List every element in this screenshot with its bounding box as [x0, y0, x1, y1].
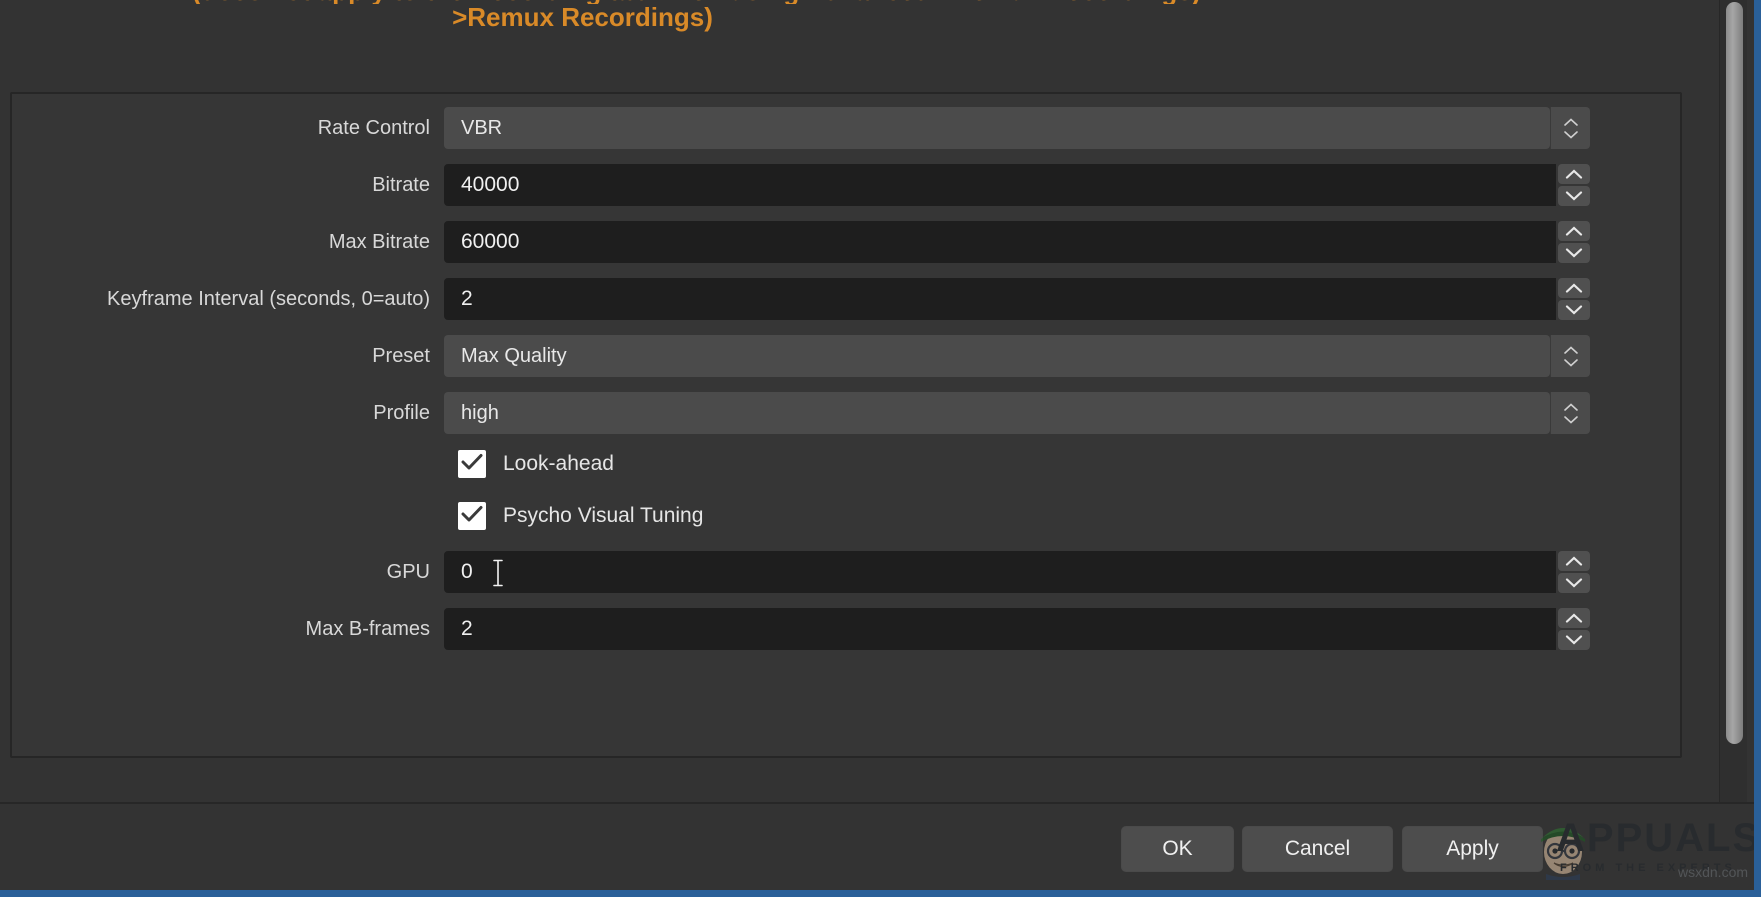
- gpu-step-down-button[interactable]: [1558, 573, 1590, 593]
- chevron-up-icon: [1565, 226, 1583, 236]
- profile-combobox-arrows[interactable]: [1550, 392, 1590, 434]
- look-ahead-checkbox[interactable]: [458, 450, 486, 478]
- vertical-scrollbar[interactable]: [1719, 0, 1747, 802]
- checkbox-row-psycho-visual-tuning[interactable]: Psycho Visual Tuning: [12, 494, 1680, 538]
- preset-combobox[interactable]: Max Quality: [444, 335, 1550, 377]
- chevron-up-icon: [1563, 402, 1578, 411]
- dialog-footer: OK Cancel Apply: [0, 802, 1754, 890]
- chevron-down-icon: [1565, 635, 1583, 645]
- label-gpu: GPU: [386, 560, 430, 583]
- chevron-down-icon: [1563, 358, 1578, 367]
- form-row-preset: Preset Max Quality: [12, 334, 1680, 378]
- encoder-settings-groupbox: Rate Control VBR Bitrate 40000 Max Bitra…: [10, 92, 1682, 758]
- apply-button[interactable]: Apply: [1402, 826, 1543, 872]
- chevron-up-icon: [1565, 613, 1583, 623]
- keyframe-interval-step-down-button[interactable]: [1558, 300, 1590, 320]
- checkbox-row-look-ahead[interactable]: Look-ahead: [12, 442, 1680, 486]
- chevron-down-icon: [1563, 415, 1578, 424]
- max-b-frames-step-down-button[interactable]: [1558, 630, 1590, 650]
- look-ahead-label: Look-ahead: [503, 452, 614, 475]
- preset-combobox-arrows[interactable]: [1550, 335, 1590, 377]
- form-row-max-bitrate: Max Bitrate 60000: [12, 220, 1680, 264]
- max-bitrate-stepper[interactable]: [1558, 221, 1590, 263]
- max-b-frames-step-up-button[interactable]: [1558, 608, 1590, 628]
- bitrate-step-up-button[interactable]: [1558, 164, 1590, 184]
- form-row-gpu: GPU 0: [12, 550, 1680, 594]
- chevron-down-icon: [1565, 305, 1583, 315]
- field-keyframe-interval: 2: [444, 278, 1590, 320]
- bitrate-stepper[interactable]: [1558, 164, 1590, 206]
- chevron-down-icon: [1565, 191, 1583, 201]
- ok-button[interactable]: OK: [1121, 826, 1234, 872]
- obs-settings-dialog: (does not apply to the Recording tab whe…: [0, 0, 1761, 897]
- encoder-note-line2: >Remux Recordings): [0, 2, 1693, 33]
- gpu-input[interactable]: 0: [444, 551, 1556, 593]
- max-b-frames-input[interactable]: 2: [444, 608, 1556, 650]
- keyframe-interval-stepper[interactable]: [1558, 278, 1590, 320]
- label-rate-control: Rate Control: [317, 116, 430, 139]
- settings-scroll-area: (does not apply to the Recording tab whe…: [0, 0, 1693, 802]
- form-row-bitrate: Bitrate 40000: [12, 163, 1680, 207]
- label-bitrate: Bitrate: [372, 173, 430, 196]
- field-rate-control: VBR: [444, 107, 1590, 149]
- rate-control-combobox[interactable]: VBR: [444, 107, 1550, 149]
- label-keyframe-interval: Keyframe Interval (seconds, 0=auto): [107, 287, 430, 310]
- chevron-up-icon: [1563, 117, 1578, 126]
- label-preset: Preset: [372, 344, 430, 367]
- encoder-note-header: (does not apply to the Recording tab whe…: [0, 0, 1693, 92]
- rate-control-combobox-arrows[interactable]: [1550, 107, 1590, 149]
- field-profile: high: [444, 392, 1590, 434]
- chevron-up-icon: [1565, 556, 1583, 566]
- profile-combobox[interactable]: high: [444, 392, 1550, 434]
- checkmark-icon: [461, 453, 483, 476]
- form-row-profile: Profile high: [12, 391, 1680, 435]
- keyframe-interval-input[interactable]: 2: [444, 278, 1556, 320]
- max-bitrate-step-up-button[interactable]: [1558, 221, 1590, 241]
- max-bitrate-step-down-button[interactable]: [1558, 243, 1590, 263]
- keyframe-interval-step-up-button[interactable]: [1558, 278, 1590, 298]
- max-b-frames-stepper[interactable]: [1558, 608, 1590, 650]
- form-row-keyframe-interval: Keyframe Interval (seconds, 0=auto) 2: [12, 277, 1680, 321]
- field-bitrate: 40000: [444, 164, 1590, 206]
- form-row-max-b-frames: Max B-frames 2: [12, 607, 1680, 651]
- max-bitrate-input[interactable]: 60000: [444, 221, 1556, 263]
- form-row-rate-control: Rate Control VBR: [12, 106, 1680, 150]
- label-max-bitrate: Max Bitrate: [328, 230, 430, 253]
- gpu-stepper[interactable]: [1558, 551, 1590, 593]
- label-profile: Profile: [373, 401, 430, 424]
- chevron-down-icon: [1563, 130, 1578, 139]
- psycho-visual-tuning-checkbox[interactable]: [458, 502, 486, 530]
- field-preset: Max Quality: [444, 335, 1590, 377]
- field-max-b-frames: 2: [444, 608, 1590, 650]
- psycho-visual-tuning-label: Psycho Visual Tuning: [503, 504, 704, 527]
- field-max-bitrate: 60000: [444, 221, 1590, 263]
- vertical-scrollbar-thumb[interactable]: [1726, 2, 1743, 744]
- cancel-button[interactable]: Cancel: [1242, 826, 1393, 872]
- bitrate-input[interactable]: 40000: [444, 164, 1556, 206]
- bitrate-step-down-button[interactable]: [1558, 186, 1590, 206]
- chevron-up-icon: [1563, 345, 1578, 354]
- gpu-step-up-button[interactable]: [1558, 551, 1590, 571]
- chevron-down-icon: [1565, 578, 1583, 588]
- chevron-down-icon: [1565, 248, 1583, 258]
- chevron-up-icon: [1565, 283, 1583, 293]
- checkmark-icon: [461, 505, 483, 528]
- chevron-up-icon: [1565, 169, 1583, 179]
- field-gpu: 0: [444, 551, 1590, 593]
- encoder-note-line2-text: >Remux Recordings): [452, 2, 713, 32]
- label-max-b-frames: Max B-frames: [305, 617, 430, 640]
